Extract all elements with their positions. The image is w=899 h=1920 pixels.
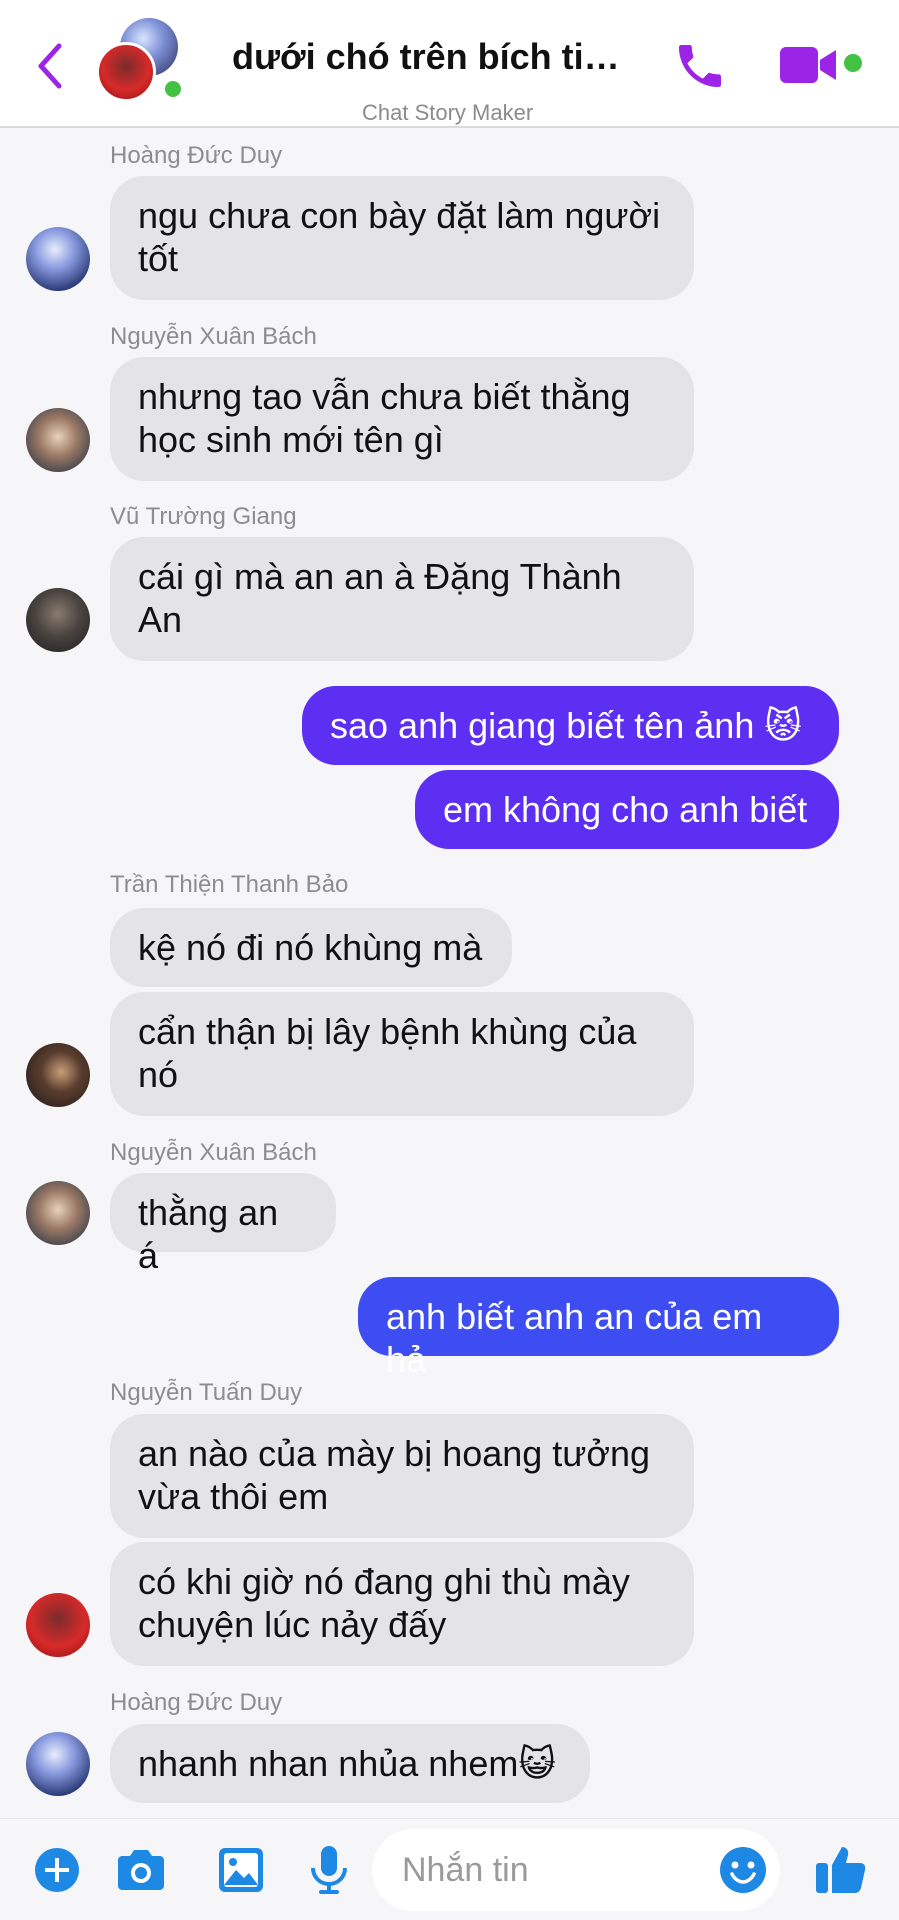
camera-icon bbox=[118, 1850, 164, 1890]
message-bubble-outgoing[interactable]: anh biết anh an của em hả bbox=[358, 1277, 839, 1380]
video-call-button[interactable] bbox=[780, 44, 846, 86]
avatar bbox=[96, 42, 156, 102]
like-button[interactable] bbox=[814, 1841, 870, 1897]
chevron-left-icon bbox=[38, 43, 62, 89]
avatar[interactable] bbox=[26, 227, 90, 291]
message-list[interactable]: Hoàng Đức Duy ngu chưa con bày đặt làm n… bbox=[0, 128, 899, 1818]
message-bubble-outgoing[interactable]: em không cho anh biết bbox=[415, 770, 839, 849]
video-camera-icon bbox=[780, 47, 836, 83]
add-button[interactable] bbox=[30, 1843, 84, 1897]
page-title[interactable]: dưới chó trên bích tiên... bbox=[232, 36, 632, 78]
microphone-button[interactable] bbox=[302, 1843, 356, 1897]
thumbs-up-icon bbox=[816, 1847, 866, 1893]
avatar[interactable] bbox=[26, 1181, 90, 1245]
image-icon bbox=[219, 1848, 263, 1892]
sender-name: Hoàng Đức Duy bbox=[110, 1689, 283, 1716]
composer-bar bbox=[0, 1818, 899, 1920]
message-bubble[interactable]: thằng an á bbox=[110, 1173, 336, 1276]
message-bubble[interactable]: ngu chưa con bày đặt làm người tốt bbox=[110, 176, 694, 300]
microphone-icon bbox=[311, 1846, 347, 1894]
page-subtitle: Chat Story Maker bbox=[362, 100, 534, 125]
gallery-button[interactable] bbox=[214, 1843, 268, 1897]
emoji-button[interactable] bbox=[718, 1845, 768, 1895]
sender-name: Trần Thiện Thanh Bảo bbox=[110, 871, 349, 898]
online-indicator bbox=[162, 78, 184, 100]
message-bubble[interactable]: nhưng tao vẫn chưa biết thằng học sinh m… bbox=[110, 357, 694, 481]
sender-name: Nguyễn Xuân Bách bbox=[110, 323, 317, 350]
back-button[interactable] bbox=[30, 38, 70, 94]
sender-name: Nguyễn Tuấn Duy bbox=[110, 1379, 303, 1406]
phone-icon bbox=[679, 45, 721, 87]
message-bubble[interactable]: an nào của mày bị hoang tưởng vừa thôi e… bbox=[110, 1414, 694, 1538]
camera-button[interactable] bbox=[114, 1843, 168, 1897]
avatar[interactable] bbox=[26, 1043, 90, 1107]
plus-circle-icon bbox=[35, 1848, 79, 1892]
avatar[interactable] bbox=[26, 588, 90, 652]
message-bubble[interactable]: kệ nó đi nó khùng mà bbox=[110, 908, 512, 987]
message-bubble-outgoing[interactable]: sao anh giang biết tên ảnh 😾 bbox=[302, 686, 839, 765]
sender-name: Hoàng Đức Duy bbox=[110, 142, 283, 169]
message-bubble[interactable]: cẩn thận bị lây bệnh khùng của nó bbox=[110, 992, 694, 1116]
avatar[interactable] bbox=[26, 1732, 90, 1796]
avatar[interactable] bbox=[26, 1593, 90, 1657]
message-bubble[interactable]: nhanh nhan nhủa nhem😺 bbox=[110, 1724, 590, 1803]
chat-header: dưới chó trên bích tiên... Chat Story Ma… bbox=[0, 0, 899, 128]
message-bubble[interactable]: có khi giờ nó đang ghi thù mày chuyện lú… bbox=[110, 1542, 694, 1666]
call-button[interactable] bbox=[672, 38, 728, 94]
online-indicator bbox=[844, 54, 862, 72]
message-bubble[interactable]: cái gì mà an an à Đặng Thành An bbox=[110, 537, 694, 661]
sender-name: Vũ Trường Giang bbox=[110, 503, 297, 530]
sender-name: Nguyễn Xuân Bách bbox=[110, 1139, 317, 1166]
avatar[interactable] bbox=[26, 408, 90, 472]
group-avatar[interactable] bbox=[92, 18, 192, 108]
smiley-icon bbox=[720, 1847, 766, 1893]
chat-screen: dưới chó trên bích tiên... Chat Story Ma… bbox=[0, 0, 899, 1920]
